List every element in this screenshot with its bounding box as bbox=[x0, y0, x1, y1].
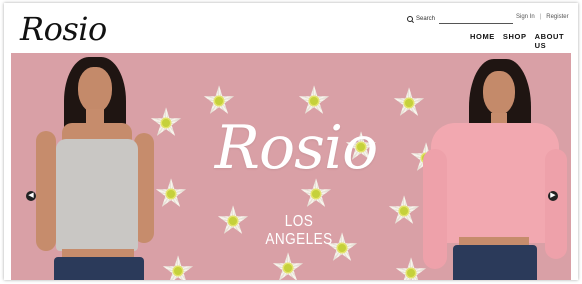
daisy-decoration bbox=[388, 195, 420, 226]
hero-subtitle: LOS ANGELES bbox=[265, 213, 333, 248]
daisy-decoration bbox=[300, 178, 332, 209]
nav-shop[interactable]: SHOP bbox=[503, 32, 527, 50]
model-left-image bbox=[26, 53, 166, 280]
search-box: Search bbox=[407, 13, 514, 25]
search-input[interactable] bbox=[439, 14, 514, 24]
model-right-image bbox=[419, 53, 569, 280]
account-links: Sign In | Register bbox=[516, 14, 569, 20]
daisy-decoration bbox=[203, 85, 235, 116]
daisy-decoration bbox=[272, 252, 304, 280]
daisy-decoration bbox=[162, 255, 194, 280]
separator: | bbox=[539, 14, 542, 20]
page-frame: Rosio Search Sign In | Register HOME SHO… bbox=[4, 3, 578, 280]
hero-banner[interactable]: Rosio LOS ANGELES ◀ ▶ bbox=[11, 53, 571, 280]
hero-brand-title: Rosio bbox=[214, 113, 378, 183]
arrow-right-icon[interactable]: ▶ bbox=[548, 191, 558, 201]
main-nav: HOME SHOP ABOUT US bbox=[470, 32, 578, 50]
nav-home[interactable]: HOME bbox=[470, 32, 495, 50]
arrow-left-icon[interactable]: ◀ bbox=[26, 191, 36, 201]
daisy-decoration bbox=[298, 85, 330, 116]
nav-about-us[interactable]: ABOUT US bbox=[535, 32, 578, 50]
search-icon[interactable] bbox=[407, 15, 414, 23]
search-label: Search bbox=[416, 16, 436, 22]
sign-in-link[interactable]: Sign In bbox=[516, 14, 535, 20]
daisy-decoration bbox=[217, 205, 249, 236]
site-logo[interactable]: Rosio bbox=[20, 11, 107, 47]
register-link[interactable]: Register bbox=[546, 14, 568, 20]
